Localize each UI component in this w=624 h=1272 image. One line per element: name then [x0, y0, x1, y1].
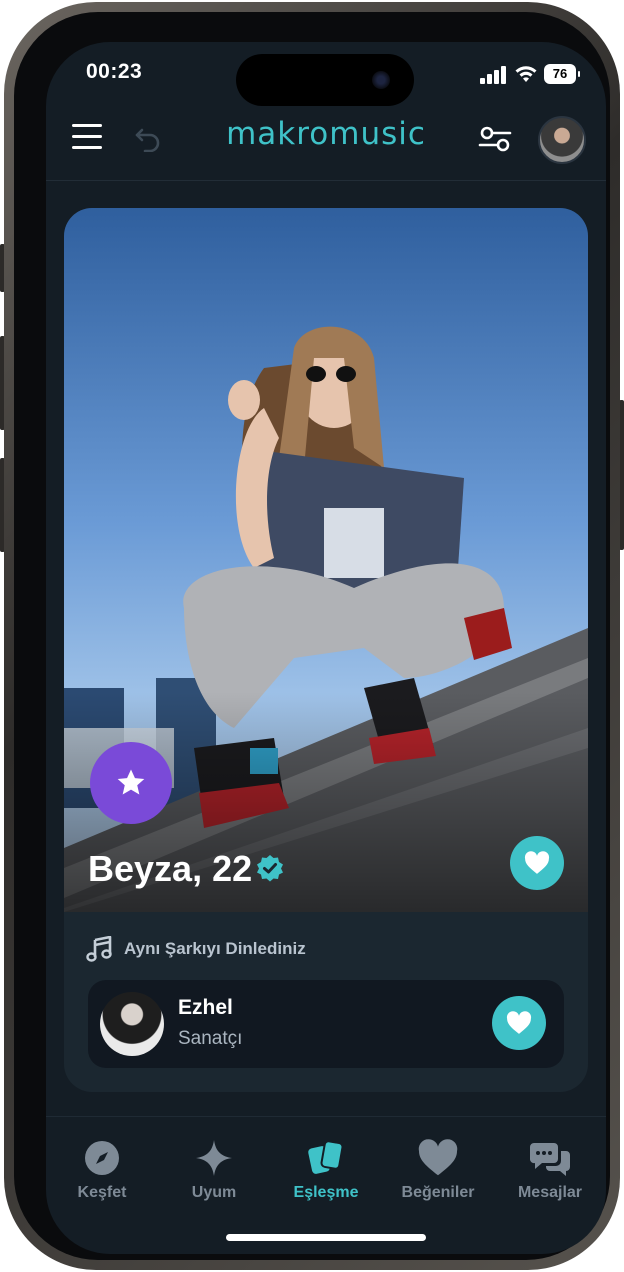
status-time: 00:23 — [86, 60, 143, 83]
star-icon — [117, 769, 145, 795]
tab-esleme-label: Eşleşme — [293, 1184, 359, 1201]
cellular-signal-icon — [480, 66, 506, 84]
tab-kesfet-label: Keşfet — [77, 1184, 127, 1201]
common-song-label: Aynı Şarkıyı Dinlediniz — [124, 939, 306, 958]
heart-icon — [418, 1139, 458, 1176]
artist-avatar — [100, 992, 164, 1056]
match-card[interactable]: Beyza, 22 Aynı Şarkıyı Dinlediniz Ezhel … — [64, 208, 588, 1092]
super-like-button[interactable] — [90, 742, 172, 824]
profile-name-age: Beyza, 22 — [88, 848, 253, 889]
common-song-info: Aynı Şarkıyı Dinlediniz — [86, 936, 306, 962]
like-artist-button[interactable] — [492, 996, 546, 1050]
tab-esleme[interactable]: Eşleşme — [270, 1136, 382, 1216]
tab-uyum[interactable]: Uyum — [158, 1136, 270, 1216]
home-indicator[interactable] — [226, 1234, 426, 1241]
heart-icon — [506, 1011, 532, 1034]
user-avatar[interactable] — [538, 116, 586, 164]
app-header: makromusic — [46, 112, 606, 180]
sparkle-icon — [196, 1140, 232, 1176]
app-logo: makromusic — [226, 116, 426, 152]
battery-indicator: 76 — [544, 64, 580, 84]
bottom-tab-bar: Keşfet Uyum Eşleşme Beğeniler Mesajlar — [46, 1136, 606, 1216]
phone-frame: 00:23 76 makromusic Beyza, 22 Aynı Şarkı… — [4, 2, 620, 1270]
tab-begeniler[interactable]: Beğeniler — [382, 1136, 494, 1216]
tab-mesajlar[interactable]: Mesajlar — [494, 1136, 606, 1216]
dynamic-island — [236, 54, 414, 106]
verified-badge-icon — [257, 855, 283, 882]
tab-begeniler-label: Beğeniler — [401, 1184, 475, 1201]
like-profile-button[interactable] — [510, 836, 564, 890]
wifi-icon — [515, 66, 537, 82]
tab-mesajlar-label: Mesajlar — [517, 1184, 583, 1201]
tabbar-divider — [46, 1116, 606, 1117]
chat-icon — [530, 1143, 570, 1176]
cards-icon — [308, 1140, 344, 1174]
app-screen: 00:23 76 makromusic Beyza, 22 Aynı Şarkı… — [46, 42, 606, 1254]
filter-icon[interactable] — [478, 124, 512, 154]
tab-uyum-label: Uyum — [191, 1184, 237, 1201]
status-bar: 00:23 76 — [46, 42, 606, 112]
tab-kesfet[interactable]: Keşfet — [46, 1136, 158, 1216]
heart-icon — [524, 851, 550, 874]
artist-item[interactable]: Ezhel Sanatçı — [88, 980, 564, 1068]
artist-name: Ezhel — [178, 996, 233, 1019]
header-divider — [46, 180, 606, 181]
artist-role: Sanatçı — [178, 1028, 243, 1049]
compass-icon — [85, 1141, 119, 1175]
music-note-icon — [86, 936, 112, 962]
